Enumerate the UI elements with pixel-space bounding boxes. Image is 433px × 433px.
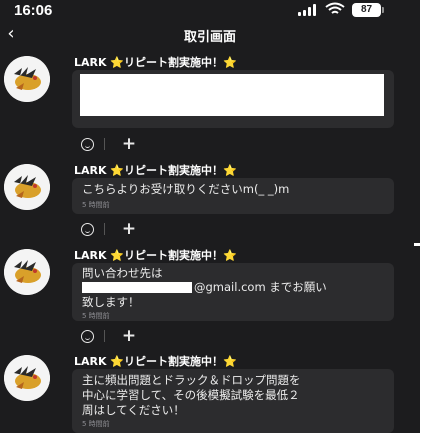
message-text: 問い合わせ先は — [82, 266, 163, 280]
sender-name: LARK ⭐リピート割実施中！⭐ — [74, 164, 237, 177]
seller-logo-icon — [4, 56, 50, 102]
reaction-bar: + — [72, 325, 146, 347]
smiley-face-icon — [81, 223, 94, 236]
redacted-email — [82, 282, 192, 293]
wifi-icon — [325, 2, 345, 14]
add-reaction-button[interactable]: + — [114, 325, 144, 347]
message-text: こちらよりお受け取りくださいm(_ _)m — [82, 182, 290, 196]
message-text: 主に頻出問題とドラック＆ドロップ問題を — [82, 373, 301, 387]
message-time: 5 時間前 — [82, 420, 110, 428]
reaction-divider — [104, 223, 105, 235]
cellular-signal-icon — [298, 4, 320, 16]
message-text: 周はしてください！ — [82, 403, 185, 417]
reaction-divider — [104, 138, 105, 150]
seller-logo-icon — [4, 164, 50, 210]
message-bubble — [72, 70, 394, 128]
emoji-reaction-button[interactable] — [72, 133, 102, 155]
message-time: 5 時間前 — [82, 201, 110, 209]
smiley-face-icon — [81, 138, 94, 151]
scroll-indicator[interactable] — [414, 243, 420, 246]
emoji-reaction-button[interactable] — [72, 325, 102, 347]
page-title: 取引画面 — [183, 30, 236, 45]
avatar[interactable] — [4, 56, 50, 102]
back-chevron-icon[interactable]: ‹ — [2, 23, 20, 45]
message-text: 中心に学習して、その後模擬試験を最低２ — [82, 388, 300, 402]
message-bubble: 問い合わせ先は @gmail.com までお願い 致します！ 5 時間前 — [72, 263, 394, 321]
smiley-face-icon — [81, 330, 94, 343]
message-item: LARK ⭐リピート割実施中！⭐ 問い合わせ先は @gmail.com までお願… — [0, 247, 420, 347]
avatar[interactable] — [4, 355, 50, 401]
avatar[interactable] — [4, 164, 50, 210]
battery-tip — [382, 7, 384, 13]
reaction-bar: + — [72, 218, 146, 240]
message-bubble: こちらよりお受け取りくださいm(_ _)m 5 時間前 — [72, 178, 394, 214]
message-text: @gmail.com までお願い — [194, 280, 327, 294]
add-reaction-button[interactable]: + — [114, 218, 144, 240]
message-item: LARK ⭐リピート割実施中！⭐ こちらよりお受け取りくださいm(_ _)m 5… — [0, 162, 420, 242]
seller-logo-icon — [4, 355, 50, 401]
status-bar: 16:06 87 — [0, 0, 420, 22]
emoji-reaction-button[interactable] — [72, 218, 102, 240]
message-item: LARK ⭐リピート割実施中！⭐ 主に頻出問題とドラック＆ドロップ問題を 中心に… — [0, 353, 420, 433]
seller-logo-icon — [4, 249, 50, 295]
add-reaction-button[interactable]: + — [114, 133, 144, 155]
sender-name: LARK ⭐リピート割実施中！⭐ — [74, 355, 237, 368]
sender-name: LARK ⭐リピート割実施中！⭐ — [74, 249, 237, 262]
redacted-content — [80, 74, 384, 116]
message-item: LARK ⭐リピート割実施中！⭐ + — [0, 54, 420, 154]
message-bubble: 主に頻出問題とドラック＆ドロップ問題を 中心に学習して、その後模擬試験を最低２ … — [72, 369, 394, 433]
status-time: 16:06 — [14, 2, 53, 19]
reaction-bar: + — [72, 133, 146, 155]
avatar[interactable] — [4, 249, 50, 295]
header: ‹ 取引画面 — [0, 22, 420, 48]
sender-name: LARK ⭐リピート割実施中！⭐ — [74, 56, 237, 69]
battery-indicator: 87 — [352, 3, 381, 17]
trade-screen: 16:06 87 ‹ 取引画面 LARK ⭐リピート割実施中！⭐ + LARK … — [0, 0, 420, 433]
message-text: 致します！ — [82, 295, 140, 309]
reaction-divider — [104, 330, 105, 342]
message-time: 5 時間前 — [82, 312, 110, 320]
